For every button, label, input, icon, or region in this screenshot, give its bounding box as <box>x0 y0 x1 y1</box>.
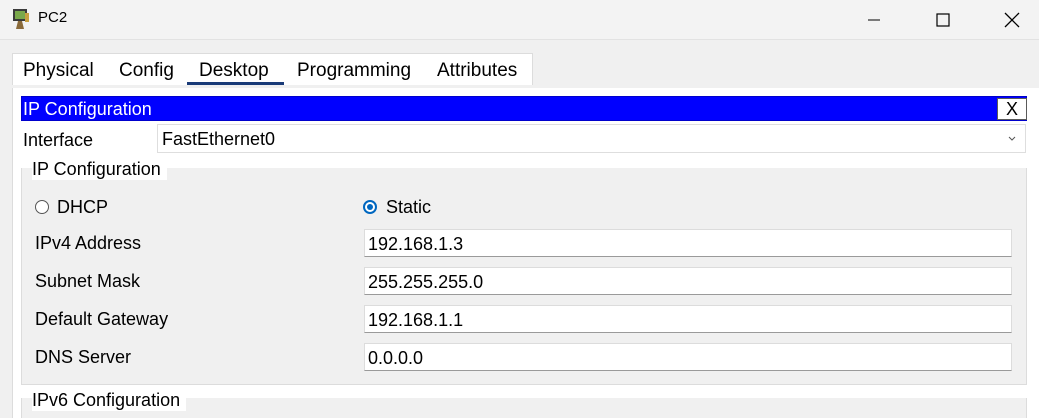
dns-server-label: DNS Server <box>35 347 132 367</box>
maximize-button[interactable] <box>914 0 972 40</box>
ip-config-group-title: IP Configuration <box>32 158 167 180</box>
active-tab-indicator <box>187 82 284 85</box>
close-window-button[interactable] <box>983 0 1039 40</box>
window-title: PC2 <box>38 9 68 26</box>
pc-app-icon <box>13 9 29 29</box>
subnet-mask-label: Subnet Mask <box>35 271 141 291</box>
minimize-button[interactable] <box>845 0 903 40</box>
tab-desktop[interactable]: Desktop <box>199 60 269 82</box>
default-gateway-label: Default Gateway <box>35 309 169 329</box>
ip-config-close-button[interactable]: X <box>997 98 1027 120</box>
static-radio[interactable] <box>363 200 377 214</box>
maximize-icon <box>936 13 950 27</box>
interface-label: Interface <box>23 130 94 150</box>
tab-config[interactable]: Config <box>119 60 174 82</box>
window-titlebar: PC2 <box>0 0 1039 40</box>
ip-config-header: IP Configuration <box>21 96 1027 121</box>
ip-config-header-title: IP Configuration <box>23 99 152 119</box>
close-icon <box>1004 12 1020 28</box>
tab-bar: Physical Config Desktop Programming Attr… <box>12 53 533 85</box>
ipv6-config-group-title: IPv6 Configuration <box>32 389 187 411</box>
ipv4-address-input[interactable]: 192.168.1.3 <box>364 229 1012 257</box>
tab-programming[interactable]: Programming <box>297 60 411 82</box>
static-label[interactable]: Static <box>386 196 431 218</box>
dns-server-input[interactable]: 0.0.0.0 <box>364 343 1012 371</box>
dhcp-radio[interactable] <box>35 200 49 214</box>
tab-physical[interactable]: Physical <box>23 60 94 82</box>
tab-attributes[interactable]: Attributes <box>437 60 517 82</box>
subnet-mask-input[interactable]: 255.255.255.0 <box>364 267 1012 295</box>
interface-select[interactable]: FastEthernet0 <box>157 124 1026 153</box>
interface-value: FastEthernet0 <box>162 129 276 149</box>
minimize-icon <box>868 19 880 21</box>
default-gateway-input[interactable]: 192.168.1.1 <box>364 305 1012 333</box>
chevron-down-icon <box>1008 136 1016 141</box>
dhcp-label[interactable]: DHCP <box>57 196 108 218</box>
ipv4-address-label: IPv4 Address <box>35 233 142 253</box>
